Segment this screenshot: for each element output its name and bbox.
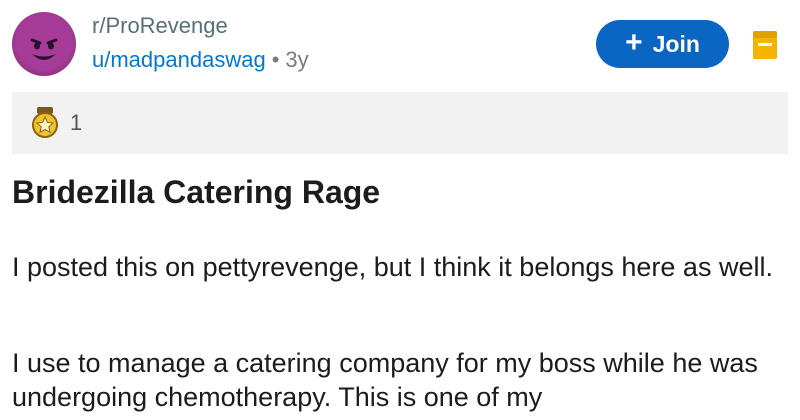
bookmark-icon[interactable] <box>752 30 778 60</box>
awards-bar: 1 <box>12 92 788 154</box>
post-paragraph: I posted this on pettyrevenge, but I thi… <box>12 252 773 282</box>
join-button-label: Join <box>652 30 700 57</box>
subreddit-name[interactable]: r/ProRevenge <box>92 12 228 40</box>
award-medal-icon[interactable] <box>30 106 60 138</box>
post-title: Bridezilla Catering Rage <box>12 174 381 210</box>
award-count: 1 <box>70 110 83 135</box>
post-meta: u/madpandaswag • 3y <box>92 46 309 74</box>
post-age: 3y <box>285 47 309 72</box>
join-button[interactable]: + Join <box>596 20 729 68</box>
devil-emoji-icon <box>20 20 68 70</box>
plus-icon: + <box>625 25 643 59</box>
author-username[interactable]: u/madpandaswag <box>92 47 266 72</box>
post-paragraph: I use to manage a catering company for m… <box>12 348 758 412</box>
meta-separator: • <box>271 47 280 72</box>
post-header: r/ProRevenge u/madpandaswag • 3y + Join <box>0 0 800 88</box>
subreddit-avatar[interactable] <box>12 12 76 76</box>
